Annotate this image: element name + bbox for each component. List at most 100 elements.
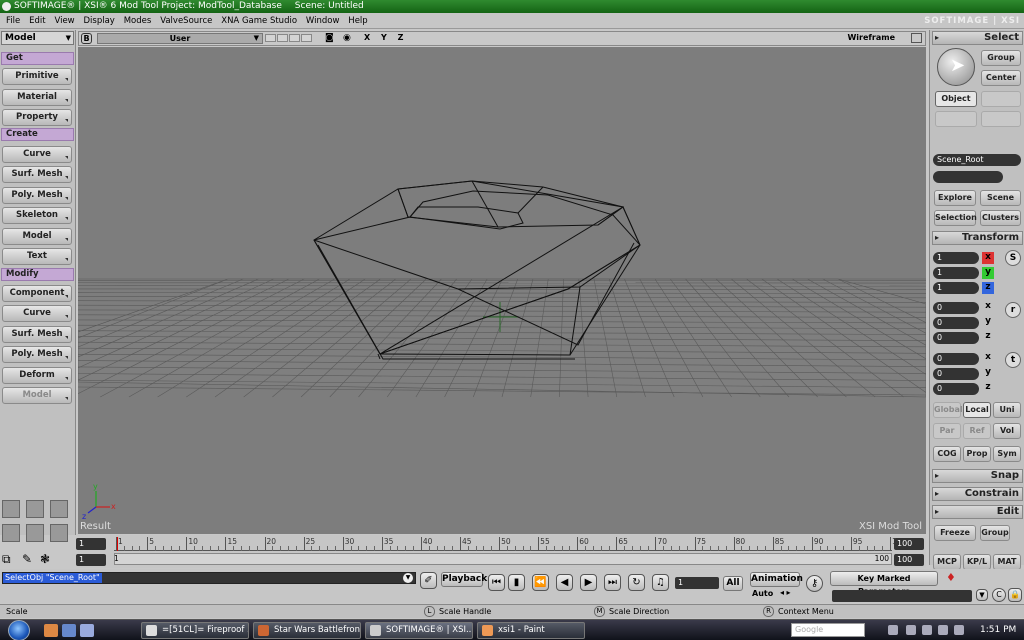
primitive-button[interactable]: Primitive (2, 68, 72, 85)
lock-icon[interactable]: 🔒 (1008, 588, 1022, 602)
transform-panel-header[interactable]: Transform (932, 231, 1023, 245)
scale-z-field[interactable]: 1 (933, 282, 979, 294)
select-object-button[interactable]: Object (935, 91, 977, 107)
timeline-ruler[interactable]: 1510152025303540455055606570758085909510… (114, 537, 906, 551)
mode-select[interactable]: Model ▼ (1, 31, 74, 45)
key-set-icon[interactable]: C (992, 588, 1006, 602)
rotate-y-field[interactable]: 0 (933, 317, 979, 329)
menu-display[interactable]: Display (84, 13, 115, 29)
layout-split-icon[interactable] (26, 500, 44, 518)
select-panel-header[interactable]: Select (932, 31, 1023, 45)
start-button[interactable] (8, 620, 30, 640)
translate-y-field[interactable]: 0 (933, 368, 979, 380)
play-forward-icon[interactable]: ▶ (580, 574, 597, 591)
par-button[interactable]: Par (933, 423, 961, 439)
material-button[interactable]: Material (2, 89, 72, 106)
modify-curve-button[interactable]: Curve (2, 305, 72, 322)
scale-s-button[interactable]: S (1005, 250, 1021, 266)
task-fireproof[interactable]: =[51CL]= Fireproof ... (141, 622, 249, 639)
loop-icon[interactable]: ↻ (628, 574, 645, 591)
eye-icon[interactable]: ◉ (343, 33, 351, 43)
memo-slot[interactable] (277, 34, 288, 42)
translate-z-axis-button[interactable]: z (982, 382, 994, 394)
menu-valvesource[interactable]: ValveSource (160, 13, 212, 29)
rotate-y-axis-button[interactable]: y (982, 316, 994, 328)
tab-mat[interactable]: MAT (993, 554, 1021, 570)
task-softimage[interactable]: SOFTIMAGE® | XSI... (365, 622, 473, 639)
selection-name-field[interactable]: Scene_Root (933, 154, 1021, 166)
rotate-z-field[interactable]: 0 (933, 332, 979, 344)
select-center-button[interactable]: Center (981, 70, 1021, 86)
select-arrow-button[interactable]: ➤ (937, 48, 975, 86)
view-x-button[interactable]: X (364, 33, 370, 42)
create-curve-button[interactable]: Curve (2, 146, 72, 163)
vol-button[interactable]: Vol (993, 423, 1021, 439)
sym-button[interactable]: Sym (993, 446, 1021, 462)
menu-edit[interactable]: Edit (29, 13, 45, 29)
key-marked-parameters-button[interactable]: Key Marked Parameters (830, 571, 938, 596)
section-get[interactable]: Get (1, 52, 74, 65)
tray-icon[interactable] (922, 625, 932, 635)
view-z-button[interactable]: Z (398, 33, 404, 42)
3d-viewport[interactable]: y x z Result XSI Mod Tool (78, 47, 926, 534)
local-button[interactable]: Local (963, 402, 991, 418)
script-editor-icon[interactable]: ✐ (420, 572, 437, 589)
scene-button[interactable]: Scene (980, 190, 1021, 206)
selection-button[interactable]: Selection (934, 210, 977, 226)
modify-surf-mesh-button[interactable]: Surf. Mesh (2, 326, 72, 343)
view-y-button[interactable]: Y (381, 33, 387, 42)
modify-model-button[interactable]: Model (2, 387, 72, 404)
tray-icon[interactable] (888, 625, 898, 635)
modify-component-button[interactable]: Component (2, 285, 72, 302)
key-icon[interactable]: ⚷ (806, 575, 823, 592)
last-frame-icon[interactable]: ⏭ (604, 574, 621, 591)
layout-horizontal-icon[interactable] (2, 524, 20, 542)
tab-kpl[interactable]: KP/L (963, 554, 991, 570)
select-group-button[interactable]: Group (981, 50, 1021, 66)
select-blank-button[interactable] (981, 91, 1021, 107)
translate-x-axis-button[interactable]: x (982, 352, 994, 364)
timeline-end-field-2[interactable]: 100 (894, 554, 924, 566)
select-blank-button-2[interactable] (935, 111, 977, 127)
key-parameter-field[interactable] (832, 590, 972, 602)
audio-icon[interactable]: ♫ (652, 574, 669, 591)
constrain-panel-header[interactable]: Constrain (932, 487, 1023, 501)
rotate-x-field[interactable]: 0 (933, 302, 979, 314)
freeze-button[interactable]: Freeze (934, 525, 976, 541)
translate-t-button[interactable]: t (1005, 352, 1021, 368)
viewport-letter-b[interactable]: B (81, 33, 92, 44)
global-button[interactable]: Global (933, 402, 963, 418)
next-frame-icon[interactable]: ▮ (508, 574, 525, 591)
rotate-z-axis-button[interactable]: z (982, 331, 994, 343)
camera-select[interactable]: User ▼ (97, 33, 263, 44)
maximize-viewport-icon[interactable] (911, 33, 922, 43)
search-icon[interactable]: ⌕ (854, 623, 860, 634)
render-icon[interactable]: ❃ (40, 552, 50, 566)
brush-icon[interactable]: ✎ (22, 552, 32, 566)
switch-windows-icon[interactable] (80, 624, 94, 637)
task-paint[interactable]: xsi1 - Paint (477, 622, 585, 639)
create-surf-mesh-button[interactable]: Surf. Mesh (2, 166, 72, 183)
modify-deform-button[interactable]: Deform (2, 367, 72, 384)
memo-slot[interactable] (301, 34, 312, 42)
tab-mcp[interactable]: MCP (933, 554, 961, 570)
layout-four-icon[interactable] (50, 524, 68, 542)
scale-z-axis-button[interactable]: z (982, 282, 994, 294)
rotate-x-axis-button[interactable]: x (982, 301, 994, 313)
play-backward-icon[interactable]: ◀ (556, 574, 573, 591)
first-frame-icon[interactable]: ⏮ (488, 574, 505, 591)
scale-x-axis-button[interactable]: x (982, 252, 994, 264)
animation-menu-button[interactable]: Animation (750, 572, 803, 587)
memo-slot[interactable] (265, 34, 276, 42)
camera-icon[interactable]: ◙ (325, 33, 334, 43)
edit-group-button[interactable]: Group (980, 525, 1010, 541)
layout-single-icon[interactable] (2, 500, 20, 518)
command-line-input[interactable]: SelectObj "Scene_Root" ▼ (2, 572, 416, 584)
all-button[interactable]: All (723, 576, 743, 591)
prev-key-icon[interactable]: ◂ ▸ (780, 588, 791, 597)
timeline-start-field-2[interactable]: 1 (76, 554, 106, 566)
edit-panel-header[interactable]: Edit (932, 505, 1023, 519)
display-mode-menu[interactable]: Wireframe (847, 33, 895, 42)
menu-file[interactable]: File (6, 13, 20, 29)
show-desktop-icon[interactable] (62, 624, 76, 637)
